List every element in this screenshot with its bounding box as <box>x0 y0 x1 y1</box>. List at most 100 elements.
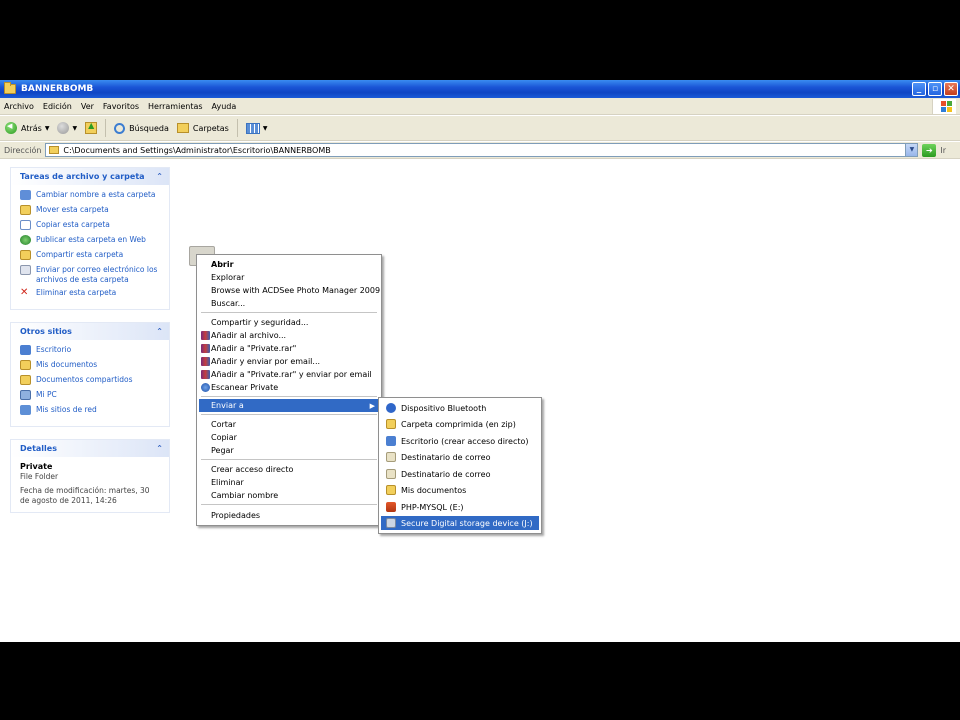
tasks-panel: Tareas de archivo y carpeta ⌃ Cambiar no… <box>10 167 170 310</box>
task-share-folder[interactable]: Compartir esta carpeta <box>20 250 161 265</box>
menu-ayuda[interactable]: Ayuda <box>212 102 237 111</box>
go-button[interactable]: Ir <box>940 146 946 155</box>
place-mis-sitios-de-red[interactable]: Mis sitios de red <box>20 405 161 420</box>
menu-edicion[interactable]: Edición <box>43 102 72 111</box>
mail-icon <box>386 469 396 479</box>
task-email-files[interactable]: Enviar por correo electrónico los archiv… <box>20 265 161 288</box>
ctx-explorar[interactable]: Explorar <box>199 271 379 284</box>
details-panel: Detalles ⌃ Private File Folder Fecha de … <box>10 439 170 513</box>
details-body: Private File Folder Fecha de modificació… <box>11 457 169 512</box>
task-label: Copiar esta carpeta <box>36 220 110 229</box>
task-delete-folder[interactable]: ✕ Eliminar esta carpeta <box>20 288 161 303</box>
ctx-cortar[interactable]: Cortar <box>199 418 379 431</box>
ctx-crear-acceso-directo[interactable]: Crear acceso directo <box>199 463 379 476</box>
ctx-buscar[interactable]: Buscar... <box>199 297 379 310</box>
ctx-cambiar-nombre[interactable]: Cambiar nombre <box>199 489 379 502</box>
sendto-label: Dispositivo Bluetooth <box>401 403 487 413</box>
title-bar[interactable]: BANNERBOMB _ ▫ ✕ <box>0 80 960 98</box>
back-button[interactable]: Atrás ▼ <box>5 122 49 134</box>
task-move-folder[interactable]: Mover esta carpeta <box>20 205 161 220</box>
ctx-abrir[interactable]: Abrir <box>199 258 379 271</box>
go-arrow-icon[interactable]: ➔ <box>922 143 937 157</box>
sendto-bluetooth[interactable]: Dispositivo Bluetooth <box>381 401 539 415</box>
ctx-label: Añadir al archivo... <box>211 331 287 340</box>
task-publish-web[interactable]: Publicar esta carpeta en Web <box>20 235 161 250</box>
other-places-body: Escritorio Mis documentos Documentos com… <box>11 340 169 426</box>
ctx-anadir-archivo[interactable]: Añadir al archivo... <box>199 329 379 342</box>
minimize-button[interactable]: _ <box>912 82 926 96</box>
ctx-label: Escanear Private <box>211 383 279 392</box>
views-icon <box>245 122 260 134</box>
menu-herramientas[interactable]: Herramientas <box>148 102 203 111</box>
other-places-panel: Otros sitios ⌃ Escritorio Mis documentos… <box>10 322 170 427</box>
back-label: Atrás <box>21 123 42 133</box>
sendto-desktop-shortcut[interactable]: Escritorio (crear acceso directo) <box>381 434 539 448</box>
ctx-label: Añadir y enviar por email... <box>211 357 321 366</box>
menu-archivo[interactable]: Archivo <box>4 102 34 111</box>
search-button[interactable]: Búsqueda <box>114 122 169 134</box>
dropdown-arrow-icon[interactable]: ▼ <box>72 125 77 132</box>
collapse-chevron-icon[interactable]: ⌃ <box>156 444 163 453</box>
ctx-compartir-seguridad[interactable]: Compartir y seguridad... <box>199 316 379 329</box>
letterbox-bottom <box>0 642 960 720</box>
address-input[interactable]: C:\Documents and Settings\Administrator\… <box>45 143 919 157</box>
menu-ver[interactable]: Ver <box>81 102 94 111</box>
sendto-my-documents[interactable]: Mis documentos <box>381 483 539 497</box>
copy-icon <box>20 220 31 230</box>
place-mis-documentos[interactable]: Mis documentos <box>20 360 161 375</box>
sendto-php-mysql-drive[interactable]: PHP-MYSQL (E:) <box>381 500 539 514</box>
folders-label: Carpetas <box>192 123 229 133</box>
documents-folder-icon <box>386 485 396 495</box>
sendto-mail-recipient-1[interactable]: Destinatario de correo <box>381 450 539 464</box>
globe-icon <box>20 235 31 245</box>
sendto-label: Destinatario de correo <box>401 452 491 462</box>
tasks-panel-header[interactable]: Tareas de archivo y carpeta ⌃ <box>11 168 169 185</box>
close-button[interactable]: ✕ <box>944 82 958 96</box>
ctx-enviar-a[interactable]: Enviar a ▶ <box>199 399 379 412</box>
views-button[interactable]: ▼ <box>245 122 268 134</box>
place-mi-pc[interactable]: Mi PC <box>20 390 161 405</box>
maximize-button[interactable]: ▫ <box>928 82 942 96</box>
collapse-chevron-icon[interactable]: ⌃ <box>156 172 163 181</box>
up-folder-button[interactable] <box>85 121 98 134</box>
collapse-chevron-icon[interactable]: ⌃ <box>156 327 163 336</box>
sendto-zip-folder[interactable]: Carpeta comprimida (en zip) <box>381 417 539 431</box>
other-places-title: Otros sitios <box>20 327 72 336</box>
folder-icon <box>4 82 16 94</box>
place-escritorio[interactable]: Escritorio <box>20 345 161 360</box>
sendto-sd-storage[interactable]: Secure Digital storage device (J:) <box>381 516 539 530</box>
task-rename-folder[interactable]: Cambiar nombre a esta carpeta <box>20 190 161 205</box>
forward-button[interactable]: ▼ <box>57 122 77 134</box>
ctx-anadir-private-rar[interactable]: Añadir a "Private.rar" <box>199 342 379 355</box>
place-label: Mis documentos <box>36 360 98 369</box>
ctx-anadir-rar-email[interactable]: Añadir a "Private.rar" y enviar por emai… <box>199 368 379 381</box>
address-dropdown-icon[interactable]: ▼ <box>905 144 918 156</box>
dropdown-arrow-icon[interactable]: ▼ <box>45 125 50 132</box>
ctx-label: Añadir a "Private.rar" <box>211 344 297 353</box>
dropdown-arrow-icon[interactable]: ▼ <box>263 125 268 132</box>
details-name: Private <box>20 462 53 471</box>
ctx-pegar[interactable]: Pegar <box>199 444 379 457</box>
up-folder-icon <box>85 121 98 134</box>
zip-folder-icon <box>386 419 396 429</box>
ctx-anadir-enviar-email[interactable]: Añadir y enviar por email... <box>199 355 379 368</box>
place-documentos-compartidos[interactable]: Documentos compartidos <box>20 375 161 390</box>
other-places-header[interactable]: Otros sitios ⌃ <box>11 323 169 340</box>
task-copy-folder[interactable]: Copiar esta carpeta <box>20 220 161 235</box>
menu-bar: Archivo Edición Ver Favoritos Herramient… <box>0 98 960 115</box>
submenu-arrow-icon: ▶ <box>369 401 375 410</box>
ctx-propiedades[interactable]: Propiedades <box>199 509 379 522</box>
menu-favoritos[interactable]: Favoritos <box>103 102 139 111</box>
details-title: Detalles <box>20 444 57 453</box>
ctx-eliminar[interactable]: Eliminar <box>199 476 379 489</box>
ctx-copiar[interactable]: Copiar <box>199 431 379 444</box>
sendto-mail-recipient-2[interactable]: Destinatario de correo <box>381 467 539 481</box>
toolbar-separator <box>105 119 107 137</box>
ctx-browse-acdsee[interactable]: Browse with ACDSee Photo Manager 2009 <box>199 284 380 297</box>
rename-icon <box>20 190 31 200</box>
ctx-escanear[interactable]: Escanear Private <box>199 381 379 394</box>
details-header[interactable]: Detalles ⌃ <box>11 440 169 457</box>
details-type: File Folder <box>20 472 59 481</box>
folders-button[interactable]: Carpetas <box>176 123 229 133</box>
task-label: Enviar por correo electrónico los archiv… <box>36 265 158 284</box>
